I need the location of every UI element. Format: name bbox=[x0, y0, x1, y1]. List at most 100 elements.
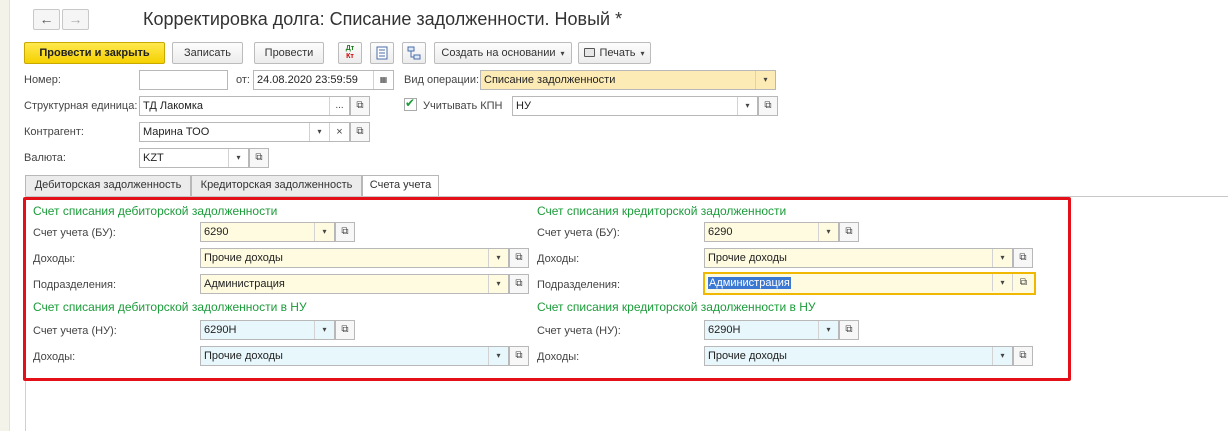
credit-account-nu-select[interactable]: 6290Н ▾ bbox=[704, 320, 839, 340]
open-structural-unit-button[interactable]: ⧉ bbox=[350, 96, 370, 116]
tab-accounts[interactable]: Счета учета bbox=[362, 175, 439, 197]
structural-unit-input[interactable]: ТД Лакомка ... bbox=[139, 96, 350, 116]
open-debit-income-nu-button[interactable]: ⧉ bbox=[509, 346, 529, 366]
currency-label: Валюта: bbox=[24, 152, 66, 164]
dt-kt-button[interactable]: Дт Кт bbox=[338, 42, 362, 64]
date-input[interactable]: 24.08.2020 23:59:59 ▦ bbox=[253, 70, 394, 90]
calendar-icon[interactable]: ▦ bbox=[373, 71, 393, 89]
number-input[interactable] bbox=[139, 70, 228, 90]
credit-account-nu-label: Счет учета (НУ): bbox=[537, 325, 621, 337]
credit-income-nu-select[interactable]: Прочие доходы ▾ bbox=[704, 346, 1013, 366]
post-button[interactable]: Провести bbox=[254, 42, 324, 64]
report-icon bbox=[376, 46, 388, 60]
credit-division-select[interactable]: Администрация ▾ ⧉ bbox=[703, 272, 1036, 295]
chevron-down-icon[interactable]: ▾ bbox=[314, 321, 334, 339]
contractor-input[interactable]: Марина ТОО ▾ × bbox=[139, 122, 350, 142]
arrow-right-icon: → bbox=[68, 11, 83, 27]
date-from-label: от: bbox=[236, 74, 250, 86]
debit-income-select[interactable]: Прочие доходы ▾ bbox=[200, 248, 509, 268]
open-icon: ⧉ bbox=[515, 252, 523, 263]
debit-account-nu-select[interactable]: 6290Н ▾ bbox=[200, 320, 335, 340]
open-credit-account-bu-button[interactable]: ⧉ bbox=[839, 222, 859, 242]
chevron-down-icon[interactable]: ▾ bbox=[488, 249, 508, 267]
open-icon: ⧉ bbox=[341, 226, 349, 237]
ellipsis-icon[interactable]: ... bbox=[329, 97, 349, 115]
open-icon: ⧉ bbox=[845, 226, 853, 237]
structure-icon bbox=[407, 46, 421, 60]
debit-account-nu-label: Счет учета (НУ): bbox=[33, 325, 117, 337]
open-icon: ⧉ bbox=[1019, 350, 1027, 361]
credit-account-bu-select[interactable]: 6290 ▾ bbox=[704, 222, 839, 242]
back-button[interactable]: ← bbox=[33, 9, 60, 30]
currency-select[interactable]: KZT ▾ bbox=[139, 148, 249, 168]
printer-icon bbox=[584, 48, 596, 57]
open-icon: ⧉ bbox=[255, 152, 263, 163]
dt-kt-icon: Дт Кт bbox=[345, 45, 355, 60]
debit-account-bu-select[interactable]: 6290 ▾ bbox=[200, 222, 335, 242]
post-and-close-button[interactable]: Провести и закрыть bbox=[24, 42, 165, 64]
chevron-down-icon: ▾ bbox=[560, 49, 565, 58]
debit-income-nu-label: Доходы: bbox=[33, 351, 76, 363]
number-label: Номер: bbox=[24, 74, 61, 86]
structure-button[interactable] bbox=[402, 42, 426, 64]
open-icon: ⧉ bbox=[341, 324, 349, 335]
chevron-down-icon[interactable]: ▾ bbox=[228, 149, 248, 167]
chevron-down-icon[interactable]: ▾ bbox=[755, 71, 775, 89]
open-currency-button[interactable]: ⧉ bbox=[249, 148, 269, 168]
open-credit-income-nu-button[interactable]: ⧉ bbox=[1013, 346, 1033, 366]
chevron-down-icon[interactable]: ▾ bbox=[818, 321, 838, 339]
kpn-select[interactable]: НУ ▾ bbox=[512, 96, 758, 116]
checkmark-icon: ✔ bbox=[405, 96, 416, 110]
create-based-on-button[interactable]: Создать на основании ▾ bbox=[434, 42, 572, 64]
open-icon: ⧉ bbox=[764, 100, 772, 111]
credit-income-select[interactable]: Прочие доходы ▾ bbox=[704, 248, 1013, 268]
open-debit-income-button[interactable]: ⧉ bbox=[509, 248, 529, 268]
chevron-down-icon[interactable]: ▾ bbox=[488, 347, 508, 365]
window-title: Корректировка долга: Списание задолженно… bbox=[143, 9, 623, 29]
open-icon: ⧉ bbox=[356, 100, 364, 111]
open-debit-division-button[interactable]: ⧉ bbox=[509, 274, 529, 294]
debit-division-select[interactable]: Администрация ▾ bbox=[200, 274, 509, 294]
chevron-down-icon[interactable]: ▾ bbox=[309, 123, 329, 141]
clear-icon[interactable]: × bbox=[329, 123, 349, 141]
arrow-left-icon: ← bbox=[39, 11, 54, 27]
chevron-down-icon[interactable]: ▾ bbox=[314, 223, 334, 241]
credit-nu-section-title: Счет списания кредиторской задолженности… bbox=[537, 300, 816, 314]
report-button[interactable] bbox=[370, 42, 394, 64]
chevron-down-icon[interactable]: ▾ bbox=[488, 275, 508, 293]
open-credit-account-nu-button[interactable]: ⧉ bbox=[839, 320, 859, 340]
open-icon: ⧉ bbox=[356, 126, 364, 137]
open-icon[interactable]: ⧉ bbox=[1012, 274, 1034, 291]
tab-receivables[interactable]: Дебиторская задолженность bbox=[25, 175, 191, 196]
chevron-down-icon: ▾ bbox=[640, 49, 645, 58]
print-button[interactable]: Печать ▾ bbox=[578, 42, 651, 64]
open-icon: ⧉ bbox=[1019, 252, 1027, 263]
debit-income-nu-select[interactable]: Прочие доходы ▾ bbox=[200, 346, 509, 366]
credit-account-bu-label: Счет учета (БУ): bbox=[537, 227, 620, 239]
open-debit-account-nu-button[interactable]: ⧉ bbox=[335, 320, 355, 340]
tab-payables[interactable]: Кредиторская задолженность bbox=[191, 175, 362, 196]
chevron-down-icon[interactable]: ▾ bbox=[992, 249, 1012, 267]
debit-division-label: Подразделения: bbox=[33, 279, 117, 291]
debit-nu-section-title: Счет списания дебиторской задолженности … bbox=[33, 300, 307, 314]
kpn-checkbox[interactable]: ✔ bbox=[404, 96, 417, 111]
chevron-down-icon[interactable]: ▾ bbox=[818, 223, 838, 241]
open-icon: ⧉ bbox=[515, 350, 523, 361]
operation-type-select[interactable]: Списание задолженности ▾ bbox=[480, 70, 776, 90]
open-contractor-button[interactable]: ⧉ bbox=[350, 122, 370, 142]
debit-section-title: Счет списания дебиторской задолженности bbox=[33, 204, 278, 218]
credit-section-title: Счет списания кредиторской задолженности bbox=[537, 204, 787, 218]
credit-division-label: Подразделения: bbox=[537, 279, 621, 291]
credit-income-label: Доходы: bbox=[537, 253, 580, 265]
chevron-down-icon[interactable]: ▾ bbox=[737, 97, 757, 115]
forward-button[interactable]: → bbox=[62, 9, 89, 30]
structural-unit-label: Структурная единица: bbox=[24, 100, 138, 112]
chevron-down-icon[interactable]: ▾ bbox=[992, 274, 1012, 291]
open-kpn-button[interactable]: ⧉ bbox=[758, 96, 778, 116]
open-debit-account-bu-button[interactable]: ⧉ bbox=[335, 222, 355, 242]
open-credit-income-button[interactable]: ⧉ bbox=[1013, 248, 1033, 268]
save-button[interactable]: Записать bbox=[172, 42, 243, 64]
credit-income-nu-label: Доходы: bbox=[537, 351, 580, 363]
operation-type-label: Вид операции: bbox=[404, 74, 480, 86]
chevron-down-icon[interactable]: ▾ bbox=[992, 347, 1012, 365]
